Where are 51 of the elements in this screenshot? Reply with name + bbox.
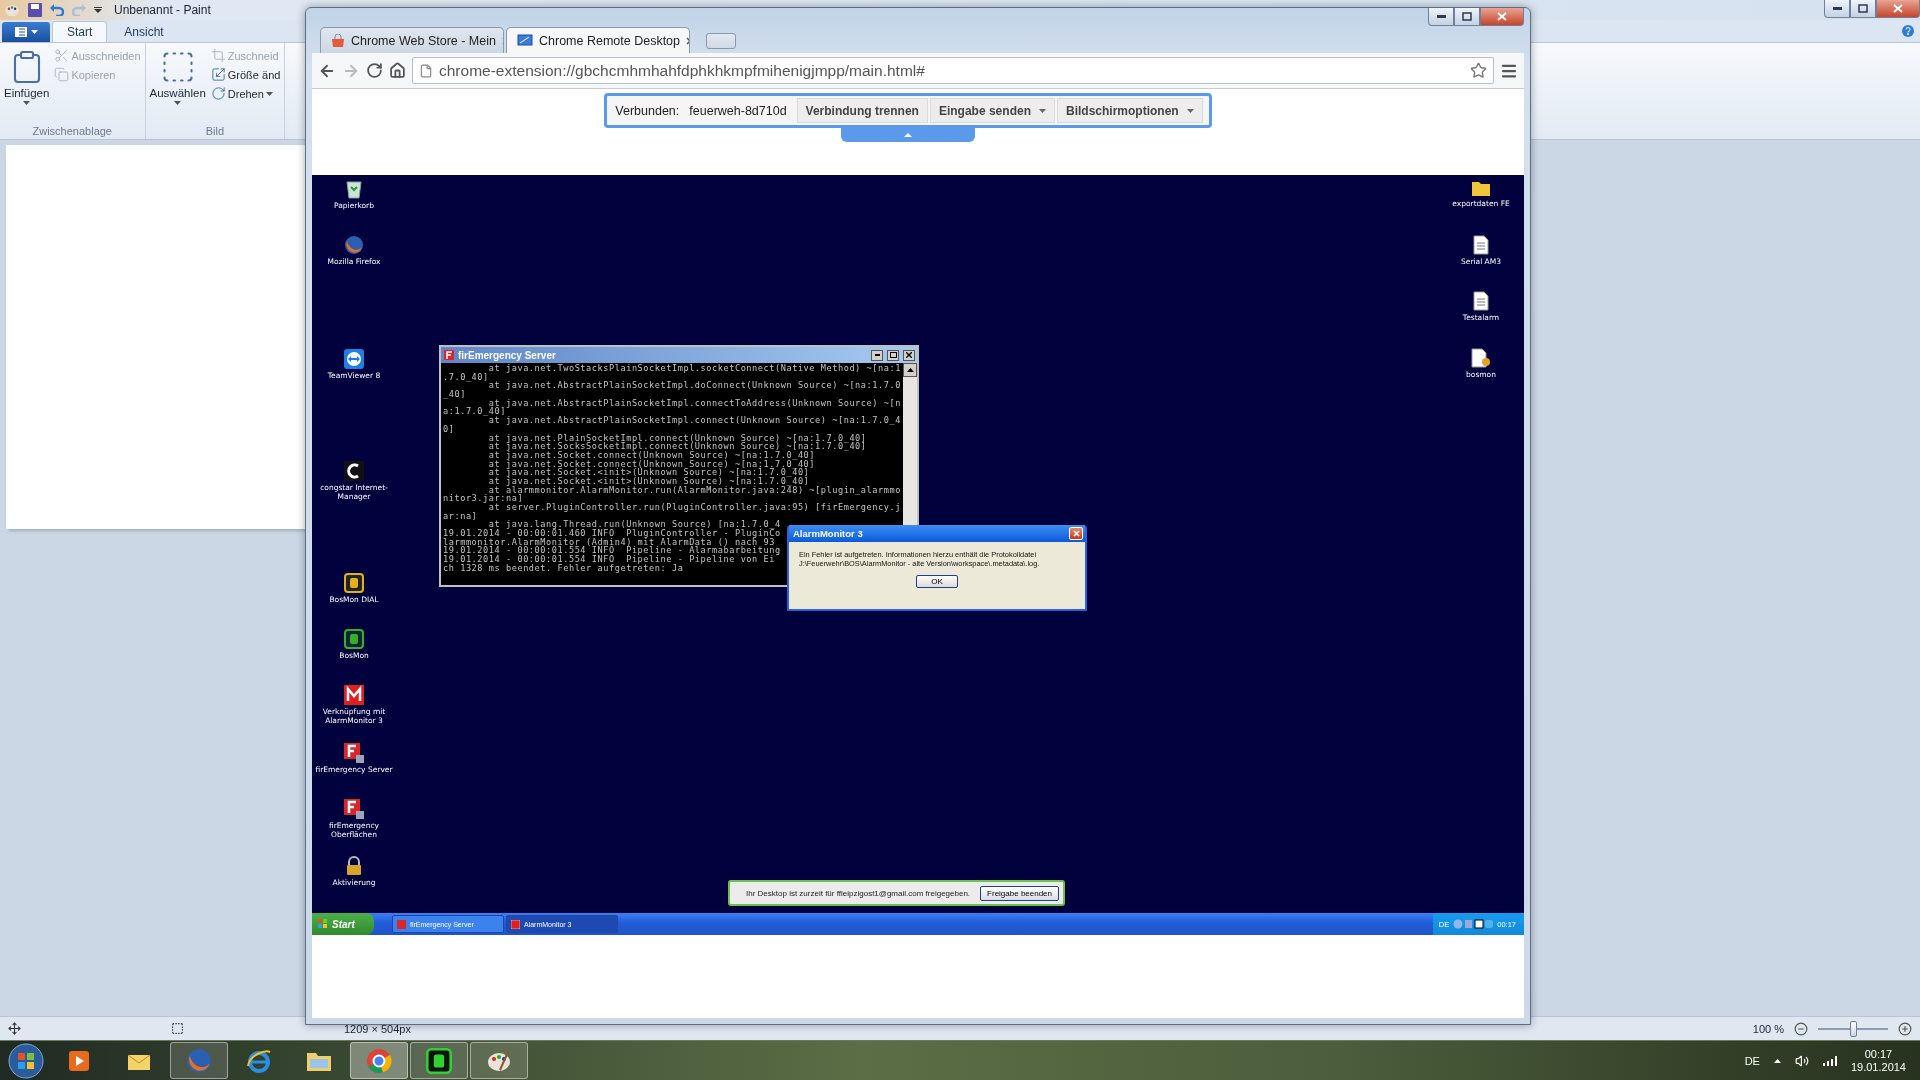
host-name: feuerweh-8d710d	[689, 103, 787, 118]
ribbon-button[interactable]: Größe änd	[209, 66, 282, 83]
language-indicator[interactable]: DE	[1744, 1054, 1760, 1067]
console-line: at java.net.Socket.<init>(Unknown Source) ~[na:1.7.0_40]	[487, 468, 810, 477]
toolbar-button[interactable]: Eingabe senden	[929, 98, 1055, 123]
connection-label: Verbunden:	[615, 103, 680, 118]
browser-tab[interactable]: Chrome Remote Desktop	[506, 27, 690, 53]
ribbon-button[interactable]: Drehen	[209, 85, 282, 102]
console-line: at java.net.TwoStacksPlainSocketImpl.socketConnect(Native Method) ~[na:1	[487, 364, 901, 373]
console-line: ch 1328 ms beendet. Fehler aufgetreten: Ja	[443, 563, 684, 573]
console-line: at server.PluginController.run(PluginController.java:95) [firEmergency.j	[488, 503, 901, 512]
ribbon-tab[interactable]: Start	[52, 21, 108, 42]
console-line: at java.net.SocksSocketImpl.connect(Unknown Source) ~[na:1.7.0_40]	[487, 442, 867, 451]
address-bar[interactable]: chrome-extension://gbchcmhmhahfdphkhkmpfmihenigjmpp/main.html#	[412, 57, 1494, 84]
window-title: Unbenannt - Paint	[114, 3, 211, 17]
group-label: Zwischenablage	[31, 125, 113, 137]
console-line: .7.0_40]	[443, 372, 489, 382]
clock-time: 00:17	[1864, 1048, 1893, 1060]
image-size-text: 1209 × 504px	[344, 1022, 411, 1035]
console-line: ar:na]	[443, 511, 478, 521]
browser-tab[interactable]: Chrome Web Store - Mein	[320, 27, 504, 53]
dialog-title: AlarmMonitor 3	[793, 528, 863, 539]
ribbon-tab[interactable]: Ansicht	[109, 21, 179, 42]
console-line: 0]	[443, 424, 455, 434]
console-line: _40]	[443, 390, 466, 399]
console-line: 19.01.2014 - 00:00:01.554 INFO Pipeline - Pipeline von Ei	[443, 555, 775, 564]
clock-date: 19.01.2014	[1850, 1061, 1906, 1073]
console-line: at alarmmonitor.AlarmMonitor.run(AlarmMonitor.java:248) ~[plugin_alarmmo	[488, 485, 901, 495]
console-line: 19.01.2014 - 00:00:01.460 INFO PluginController - PluginCo	[443, 529, 781, 538]
zoom-level-text: 100 %	[1752, 1022, 1784, 1035]
console-line: at java.net.Socket.connect(Unknown Source) ~[na:1.7.0_40]	[487, 450, 816, 460]
console-line: larmmonitor.AlarmMonitor (Admin4) mit AlarmData () nach 93	[443, 537, 775, 547]
console-line: at java.lang.Thread.run(Unknown Source) [na:1.7.0_4	[488, 520, 781, 530]
ok-button[interactable]: OK	[916, 575, 958, 588]
console-line: at java.net.AbstractPlainSocketImpl.connectToAddress(Unknown Source) ~[n	[488, 398, 901, 408]
window-title: firEmergency Server	[458, 349, 556, 361]
group-label: Bild	[204, 125, 226, 137]
console-line: at java.net.Socket.connect(Unknown Source) ~[na:1.7.0_40]	[487, 459, 816, 469]
console-line: at java.net.AbstractPlainSocketImpl.connect(Unknown Source) ~[na:1.7.0_4	[488, 416, 901, 425]
console-line: at java.net.AbstractPlainSocketImpl.doConnect(Unknown Source) ~[na:1.7.0	[487, 381, 901, 391]
stop-sharing-button[interactable]: Freigabe beenden	[980, 885, 1060, 901]
console-line: at java.net.PlainSocketImpl.connect(Unknown Source) ~[na:1.7.0_40]	[487, 433, 867, 443]
console-line: at java.net.Socket.<init>(Unknown Source) ~[na:1.7.0_40]	[487, 476, 810, 486]
sharing-message: Ihr Desktop ist zurzeit für ffleipzigost1@gmail.com freigegeben.	[746, 888, 971, 898]
toolbar-button[interactable]: Bildschirmoptionen	[1056, 98, 1203, 123]
ribbon-button[interactable]: Auswählen	[148, 47, 207, 125]
ribbon-button[interactable]: Einfügen	[3, 47, 51, 125]
console-line: nitor3.jar:na]	[443, 494, 524, 503]
console-line: 19.01.2014 - 00:00:01.554 INFO Pipeline - Alarmabarbeitung	[443, 546, 781, 556]
console-line: a:1.7.0_40]	[443, 407, 506, 417]
toolbar-button[interactable]: Verbindung trennen	[796, 98, 928, 123]
